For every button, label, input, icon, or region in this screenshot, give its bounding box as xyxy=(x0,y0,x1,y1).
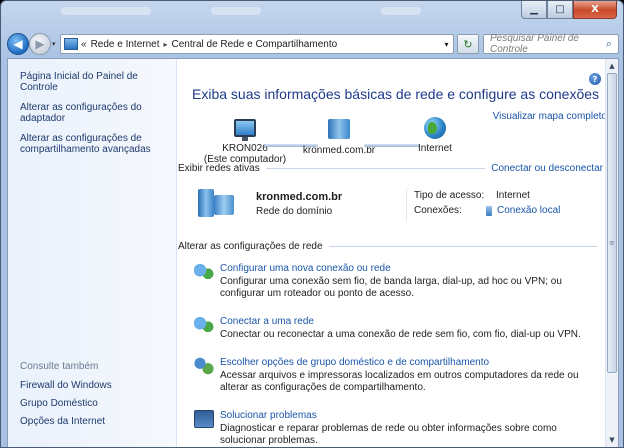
access-type-value: Internet xyxy=(496,190,530,201)
view-full-map-link[interactable]: Visualizar mapa completo xyxy=(493,111,607,122)
section-divider xyxy=(265,168,486,169)
title-bar-blur xyxy=(61,7,151,15)
scroll-down-icon[interactable]: ▼ xyxy=(606,434,618,446)
search-box[interactable]: Pesquisar Painel de Controle ⌕ xyxy=(483,33,619,55)
troubleshoot-link[interactable]: Solucionar problemas xyxy=(220,410,317,421)
troubleshoot-icon xyxy=(194,410,214,428)
title-bar[interactable]: ▁ □ X xyxy=(1,1,623,31)
network-map: KRON026 (Este computador) kronmed.com.br… xyxy=(178,107,508,165)
scroll-thumb[interactable] xyxy=(607,73,617,373)
breadcrumb-prefix[interactable]: « xyxy=(81,39,87,50)
task-description: Configurar uma conexão sem fio, de banda… xyxy=(220,276,562,299)
breadcrumb-rede-e-internet[interactable]: Rede e Internet xyxy=(91,39,160,50)
map-node-computer[interactable]: KRON026 (Este computador) xyxy=(200,119,290,165)
address-dropdown-icon[interactable]: ▾ xyxy=(439,40,453,49)
task-pane: Página Inicial do Painel de Controle Alt… xyxy=(8,59,177,447)
setup-connection-link[interactable]: Configurar uma nova conexão ou rede xyxy=(220,263,391,274)
task-connect-network: Conectar a uma rede Conectar ou reconect… xyxy=(178,316,598,344)
link-internet-options[interactable]: Opções da Internet xyxy=(20,416,112,427)
scroll-grip-icon: ≡ xyxy=(609,239,615,247)
control-panel-icon xyxy=(64,38,78,50)
navigation-bar: ◀ ▶ ▾ « Rede e Internet ▸ Central de Red… xyxy=(7,32,619,56)
search-icon[interactable]: ⌕ xyxy=(600,37,618,51)
task-troubleshoot: Solucionar problemas Diagnosticar e repa… xyxy=(178,410,598,447)
connect-network-icon xyxy=(194,316,214,334)
homegroup-options-link[interactable]: Escolher opções de grupo doméstico e de … xyxy=(220,357,489,368)
change-settings-title: Alterar as configurações de rede xyxy=(178,241,323,252)
search-input[interactable]: Pesquisar Painel de Controle xyxy=(490,33,600,55)
link-control-panel-home[interactable]: Página Inicial do Painel de Controle xyxy=(20,71,170,93)
change-settings-header: Alterar as configurações de rede xyxy=(178,241,603,252)
breadcrumb-central-de-rede[interactable]: Central de Rede e Compartilhamento xyxy=(172,39,338,50)
back-button[interactable]: ◀ xyxy=(7,33,29,55)
link-windows-firewall[interactable]: Firewall do Windows xyxy=(20,380,112,391)
section-divider xyxy=(328,246,597,247)
see-also-title: Consulte também xyxy=(20,361,99,372)
network-adapter-icon xyxy=(486,205,492,216)
active-network: kronmed.com.br Rede do domínio Tipo de a… xyxy=(178,187,607,227)
task-description: Conectar ou reconectar a uma conexão de … xyxy=(220,329,581,340)
computer-icon xyxy=(234,119,256,141)
task-description: Diagnosticar e reparar problemas de rede… xyxy=(220,423,557,446)
refresh-button[interactable]: ↻ xyxy=(457,34,479,54)
active-networks-title: Exibir redes ativas xyxy=(178,163,260,174)
link-advanced-sharing[interactable]: Alterar as configurações de compartilham… xyxy=(20,133,170,155)
connect-disconnect-link[interactable]: Conectar ou desconectar xyxy=(491,163,603,174)
connections-label: Conexões: xyxy=(414,205,462,216)
breadcrumb-separator-icon[interactable]: ▸ xyxy=(164,40,168,49)
address-bar[interactable]: « Rede e Internet ▸ Central de Rede e Co… xyxy=(60,34,454,54)
minimize-button[interactable]: ▁ xyxy=(521,1,547,19)
map-node-domain[interactable]: kronmed.com.br xyxy=(294,119,384,156)
homegroup-icon xyxy=(194,357,214,375)
globe-icon xyxy=(424,117,446,139)
map-node-internet[interactable]: Internet xyxy=(390,117,480,154)
link-homegroup[interactable]: Grupo Doméstico xyxy=(20,398,112,409)
see-also-section: Consulte também Firewall do Windows Grup… xyxy=(20,361,112,434)
title-bar-blur xyxy=(381,7,421,15)
task-description: Acessar arquivos e impressoras localizad… xyxy=(220,370,579,393)
network-name: kronmed.com.br xyxy=(256,191,343,203)
network-setup-icon xyxy=(194,263,214,281)
access-type-label: Tipo de acesso: xyxy=(414,190,485,201)
local-connection-link[interactable]: Conexão local xyxy=(486,205,560,216)
recent-pages-dropdown[interactable]: ▾ xyxy=(52,40,56,48)
control-panel-window: ▁ □ X ◀ ▶ ▾ « Rede e Internet ▸ Central … xyxy=(0,0,624,448)
task-homegroup: Escolher opções de grupo doméstico e de … xyxy=(178,357,598,397)
vertical-scrollbar[interactable]: ▲ ≡ ▼ xyxy=(605,59,618,447)
domain-icon xyxy=(328,119,350,139)
title-bar-blur xyxy=(211,7,261,15)
page-title: Exiba suas informações básicas de rede e… xyxy=(192,86,600,102)
maximize-button[interactable]: □ xyxy=(547,1,573,19)
network-divider xyxy=(406,189,407,221)
main-pane: ? Exiba suas informações básicas de rede… xyxy=(178,59,607,447)
link-adapter-settings[interactable]: Alterar as configurações do adaptador xyxy=(20,102,170,124)
network-type[interactable]: Rede do domínio xyxy=(256,206,332,217)
help-icon[interactable]: ? xyxy=(589,73,601,85)
caption-buttons: ▁ □ X xyxy=(521,1,617,19)
active-networks-header: Exibir redes ativas Conectar ou desconec… xyxy=(178,163,603,174)
task-new-connection: Configurar uma nova conexão ou rede Conf… xyxy=(178,263,598,303)
forward-button[interactable]: ▶ xyxy=(29,33,51,55)
refresh-icon: ↻ xyxy=(463,37,473,51)
connect-to-network-link[interactable]: Conectar a uma rede xyxy=(220,316,314,327)
content-area: Página Inicial do Painel de Controle Alt… xyxy=(7,58,619,447)
local-connection-label: Conexão local xyxy=(497,205,561,216)
internet-label: Internet xyxy=(418,143,452,154)
close-button[interactable]: X xyxy=(573,1,617,19)
domain-network-icon xyxy=(198,187,236,219)
scroll-up-icon[interactable]: ▲ xyxy=(606,60,618,72)
